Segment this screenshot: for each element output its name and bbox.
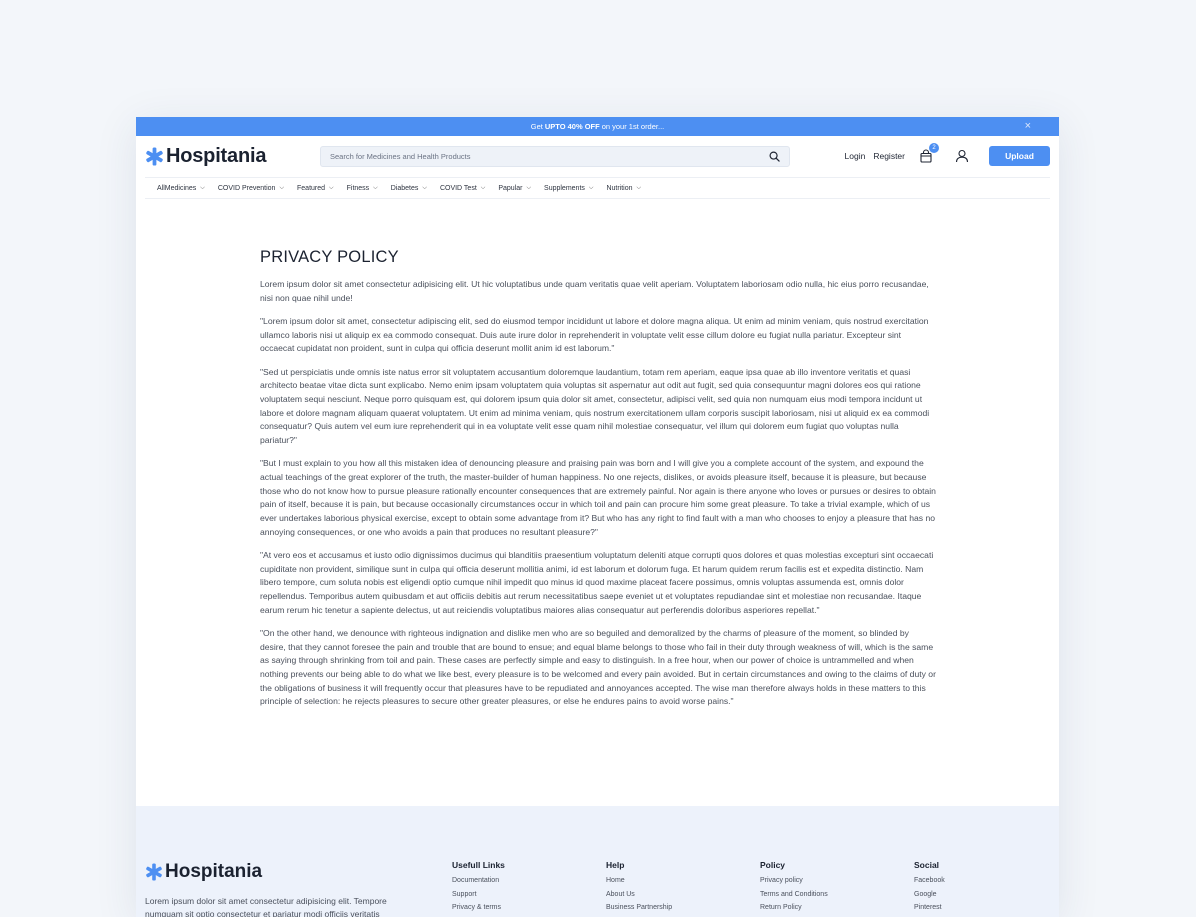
page-title: PRIVACY POLICY bbox=[260, 248, 399, 266]
browser-frame: Get UPTO 40% OFF on your 1st order... × … bbox=[136, 117, 1059, 917]
footer-logo-text: Hospitania bbox=[165, 861, 263, 882]
chevron-down-icon: ⌵ bbox=[200, 184, 205, 191]
footer-link[interactable]: Business Partnership bbox=[606, 904, 746, 911]
chevron-down-icon: ⌵ bbox=[373, 184, 378, 191]
nav-item-label: Supplements bbox=[544, 184, 585, 192]
promo-prefix: Get bbox=[530, 122, 543, 131]
nav-item-diabetes[interactable]: Diabetes ⌵ bbox=[391, 185, 427, 192]
policy-paragraph: "Sed ut perspiciatis unde omnis iste nat… bbox=[260, 366, 930, 446]
cart-count-badge: 2 bbox=[929, 143, 939, 153]
search-bar bbox=[320, 146, 790, 167]
nav-item-covid-test[interactable]: COVID Test ⌵ bbox=[440, 185, 485, 192]
footer-col-title: Policy bbox=[760, 860, 786, 870]
nav-item-covid-prevention[interactable]: COVID Prevention ⌵ bbox=[218, 185, 284, 192]
footer-col-title: Social bbox=[914, 860, 940, 870]
footer-logo[interactable]: Hospitania bbox=[145, 861, 262, 883]
footer-link[interactable]: Home bbox=[606, 877, 746, 884]
nav-item-featured[interactable]: Featured ⌵ bbox=[297, 185, 334, 192]
footer-link[interactable]: Privacy & terms bbox=[452, 904, 592, 911]
footer-link[interactable]: Support bbox=[452, 891, 592, 898]
nav-item-label: COVID Test bbox=[439, 184, 477, 192]
user-icon[interactable] bbox=[955, 149, 969, 163]
asterisk-cross-icon bbox=[146, 863, 162, 881]
nav-item-papular[interactable]: Papular ⌵ bbox=[498, 185, 531, 192]
footer-link[interactable]: Return Policy bbox=[760, 904, 900, 911]
promo-highlight: UPTO 40% OFF bbox=[544, 122, 600, 131]
chevron-down-icon: ⌵ bbox=[422, 184, 427, 191]
policy-paragraph: "Lorem ipsum dolor sit amet, consectetur… bbox=[260, 315, 929, 354]
footer-link[interactable]: Facebook bbox=[914, 877, 1054, 884]
register-link[interactable]: Register bbox=[873, 151, 905, 161]
nav-item-label: Fitness bbox=[346, 184, 370, 192]
close-icon[interactable]: × bbox=[1025, 120, 1031, 132]
footer-description: Lorem ipsum dolor sit amet consectetur a… bbox=[145, 896, 387, 917]
footer-col-title: Usefull Links bbox=[452, 860, 505, 870]
footer-link[interactable]: Pinterest bbox=[914, 904, 1054, 911]
header-actions: Login Register 2 Upload bbox=[845, 143, 1050, 166]
policy-content: PRIVACY POLICY Lorem ipsum dolor sit ame… bbox=[260, 248, 936, 719]
chevron-down-icon: ⌵ bbox=[480, 184, 486, 191]
search-icon[interactable] bbox=[769, 151, 780, 162]
policy-paragraph: "On the other hand, we denounce with rig… bbox=[260, 627, 936, 707]
footer-link[interactable]: Privacy policy bbox=[760, 877, 900, 884]
cart-button[interactable]: 2 bbox=[919, 143, 939, 163]
footer-link[interactable]: Documentation bbox=[452, 877, 592, 884]
nav-item-label: AllMedicines bbox=[157, 184, 197, 192]
policy-paragraph: "But I must explain to you how all this … bbox=[260, 458, 936, 537]
chevron-down-icon: ⌵ bbox=[279, 184, 285, 191]
footer-col-help: Help Home About Us Business Partnership bbox=[606, 860, 746, 917]
nav-item-label: Featured bbox=[297, 184, 326, 192]
footer-col-social: Social Facebook Google Pinterest bbox=[914, 860, 1054, 917]
nav-item-fitness[interactable]: Fitness ⌵ bbox=[347, 185, 378, 192]
nav-item-label: Nutrition bbox=[606, 184, 633, 192]
promo-banner: Get UPTO 40% OFF on your 1st order... × bbox=[136, 117, 1059, 136]
footer-col-title: Help bbox=[606, 860, 625, 870]
site-header: Hospitania Login Register 2 bbox=[136, 136, 1059, 177]
nav-item-supplements[interactable]: Supplements ⌵ bbox=[544, 185, 593, 192]
nav-item-label: Papular bbox=[498, 184, 523, 192]
logo[interactable]: Hospitania bbox=[145, 145, 266, 168]
asterisk-cross-icon bbox=[146, 147, 163, 166]
footer-col-policy: Policy Privacy policy Terms and Conditio… bbox=[760, 860, 900, 917]
logo-text: Hospitania bbox=[166, 145, 267, 167]
upload-button[interactable]: Upload bbox=[989, 146, 1050, 166]
footer-link[interactable]: About Us bbox=[606, 891, 746, 898]
nav-item-nutrition[interactable]: Nutrition ⌵ bbox=[606, 185, 641, 192]
category-nav: AllMedicines ⌵ COVID Prevention ⌵ Featured… bbox=[145, 177, 1050, 199]
login-link[interactable]: Login bbox=[845, 151, 866, 161]
chevron-down-icon: ⌵ bbox=[329, 184, 334, 191]
chevron-down-icon: ⌵ bbox=[526, 184, 532, 191]
nav-item-allmedicines[interactable]: AllMedicines ⌵ bbox=[157, 185, 205, 192]
footer-col-useful-links: Usefull Links Documentation Support Priv… bbox=[452, 860, 592, 917]
footer-link[interactable]: Google bbox=[914, 891, 1054, 898]
nav-item-label: Diabetes bbox=[390, 184, 419, 192]
search-input[interactable] bbox=[330, 152, 769, 161]
nav-item-label: COVID Prevention bbox=[217, 184, 276, 192]
chevron-down-icon: ⌵ bbox=[588, 184, 594, 191]
site-footer: Hospitania Lorem ipsum dolor sit amet co… bbox=[136, 806, 1059, 917]
footer-link[interactable]: Terms and Conditions bbox=[760, 891, 900, 898]
policy-paragraph: "At vero eos et accusamus et iusto odio … bbox=[260, 549, 934, 615]
promo-suffix: on your 1st order... bbox=[601, 122, 665, 131]
policy-paragraph: Lorem ipsum dolor sit amet consectetur a… bbox=[260, 279, 929, 303]
chevron-down-icon: ⌵ bbox=[636, 184, 642, 191]
